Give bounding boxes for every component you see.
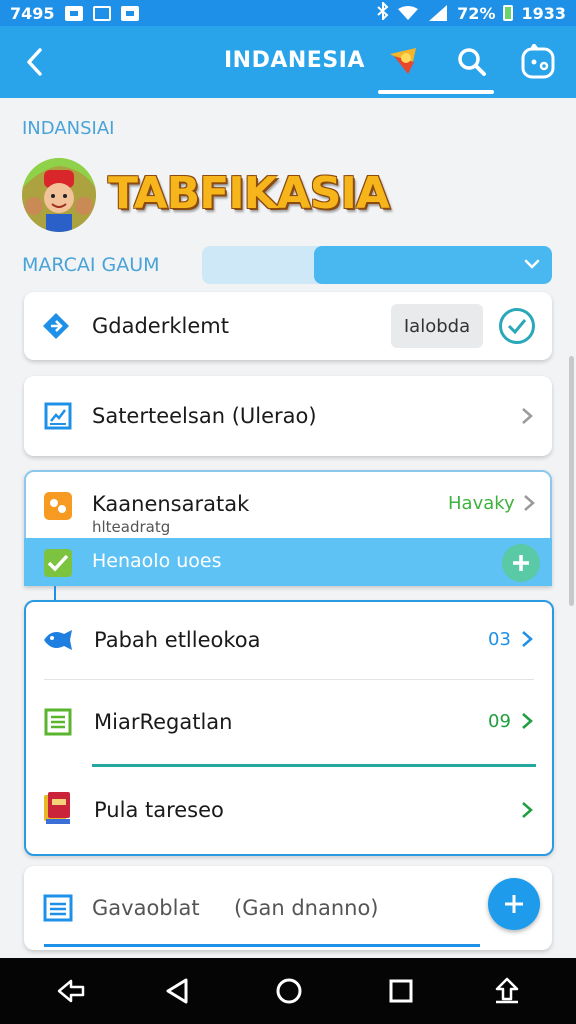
back-button[interactable]	[18, 46, 50, 78]
chevron-right-icon	[522, 802, 533, 818]
document-icon	[42, 706, 74, 738]
card-title: Saterteelsan (Ulerao)	[92, 404, 317, 428]
triangle-back-icon	[166, 978, 188, 1004]
item-title: Pula tareseo	[94, 798, 224, 822]
scrollbar[interactable]	[569, 356, 574, 606]
item-title: MiarRegatlan	[94, 710, 233, 734]
nav-triangle-button[interactable]	[162, 976, 192, 1006]
card-saterteelsan[interactable]: Saterteelsan (Ulerao)	[24, 376, 552, 456]
section-label: INDANSIAI	[22, 118, 115, 139]
card-title: Kaanensaratak	[92, 492, 250, 516]
share-up-icon	[495, 977, 519, 1004]
navigation-bar	[0, 958, 576, 1024]
item-count: 09	[488, 711, 511, 732]
item-count: 03	[488, 629, 511, 650]
brand-logo-text: TABFIKASIA	[108, 168, 390, 219]
highlight-text: Henaolo uoes	[92, 550, 222, 572]
check-icon	[507, 319, 527, 334]
card-gdaderklemt[interactable]: Gdaderklemt Ialobda	[24, 292, 552, 360]
message-icon	[120, 5, 139, 21]
highlight-row[interactable]: Henaolo uoes	[24, 538, 552, 586]
status-bar: 7495 72% 1933	[0, 0, 576, 26]
app-bar: INDANESIA	[0, 26, 576, 98]
fish-icon	[42, 624, 74, 656]
search-icon	[458, 48, 486, 76]
signal-icon	[429, 5, 448, 21]
chevron-down-icon	[524, 259, 540, 269]
progress-dropdown[interactable]	[202, 246, 552, 284]
checkbox-icon	[42, 547, 74, 579]
connector-line	[54, 586, 56, 600]
plus-icon	[505, 895, 523, 913]
status-clock: 1933	[521, 3, 566, 23]
nav-extra-button[interactable]	[492, 976, 522, 1006]
back-arrow-icon	[57, 979, 85, 1003]
puzzle-icon	[42, 490, 74, 522]
card-title: Gdaderklemt	[92, 314, 229, 338]
tag-button[interactable]: Ialobda	[391, 304, 483, 348]
card-subtitle: (Gan dnanno)	[234, 896, 379, 920]
card-title: Gavaoblat	[92, 896, 200, 920]
teal-divider	[92, 764, 536, 767]
square-icon	[389, 979, 413, 1003]
group-card: Pabah etlleokoa 03 MiarRegatlan 09 Pula …	[24, 600, 554, 856]
battery-icon	[503, 5, 514, 21]
profile-button[interactable]	[518, 42, 558, 82]
item-title: Pabah etlleokoa	[94, 628, 261, 652]
wifi-icon	[398, 6, 419, 20]
card-gavaoblat[interactable]: Gavaoblat (Gan dnanno)	[24, 866, 552, 950]
search-button[interactable]	[452, 42, 492, 82]
battery-percent: 72%	[457, 3, 496, 23]
plus-icon	[513, 555, 529, 571]
notification-icon	[64, 5, 83, 21]
active-tab-indicator	[378, 90, 494, 94]
mascot-icon[interactable]	[384, 42, 424, 82]
bluetooth-icon	[377, 0, 389, 24]
list-item[interactable]: MiarRegatlan 09	[26, 680, 552, 764]
avatar[interactable]	[22, 158, 96, 232]
progress-fill	[314, 246, 552, 284]
diamond-arrow-icon	[40, 310, 72, 342]
card-subtitle: hlteadratg	[92, 518, 171, 536]
status-text: Havaky	[448, 493, 515, 514]
screen-icon	[92, 5, 111, 21]
chart-icon	[42, 400, 74, 432]
list-item[interactable]: Pabah etlleokoa 03	[26, 602, 552, 680]
chevron-left-icon	[27, 48, 42, 76]
chevron-right-icon	[522, 631, 533, 647]
status-time: 7495	[10, 3, 55, 23]
nav-home-button[interactable]	[274, 976, 304, 1006]
nav-back-button[interactable]	[56, 976, 86, 1006]
progress-line	[44, 944, 480, 947]
face-icon	[521, 44, 555, 79]
add-button[interactable]	[502, 544, 540, 582]
book-icon	[42, 792, 74, 824]
progress-label: MARCAI GAUM	[22, 254, 160, 276]
floating-add-button[interactable]	[488, 878, 540, 930]
home-circle-icon	[276, 978, 302, 1004]
check-button[interactable]	[499, 308, 535, 344]
chevron-right-icon	[524, 495, 535, 511]
list-item[interactable]: Pula tareseo	[26, 768, 552, 852]
chevron-right-icon	[522, 408, 533, 424]
nav-recents-button[interactable]	[386, 976, 416, 1006]
page-title: INDANESIA	[224, 48, 365, 73]
chevron-right-icon	[522, 713, 533, 729]
list-icon	[42, 892, 74, 924]
